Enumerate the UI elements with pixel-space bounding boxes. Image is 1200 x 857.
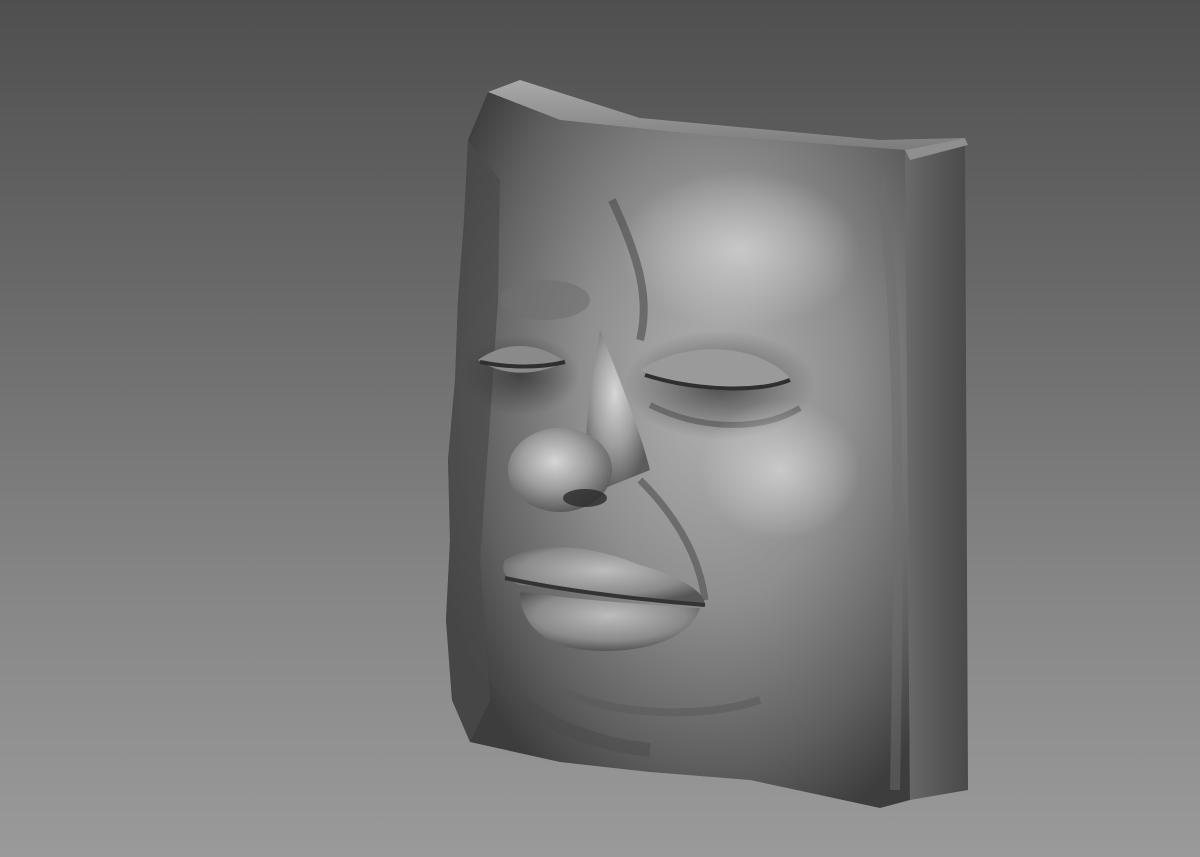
sculpture-scene [446,80,968,808]
cheek-highlight [700,400,860,540]
slab-side [905,138,968,800]
brow-left [500,280,590,320]
viewport-background [0,0,1200,857]
nostril [563,489,607,507]
forehead-highlight [620,170,860,330]
